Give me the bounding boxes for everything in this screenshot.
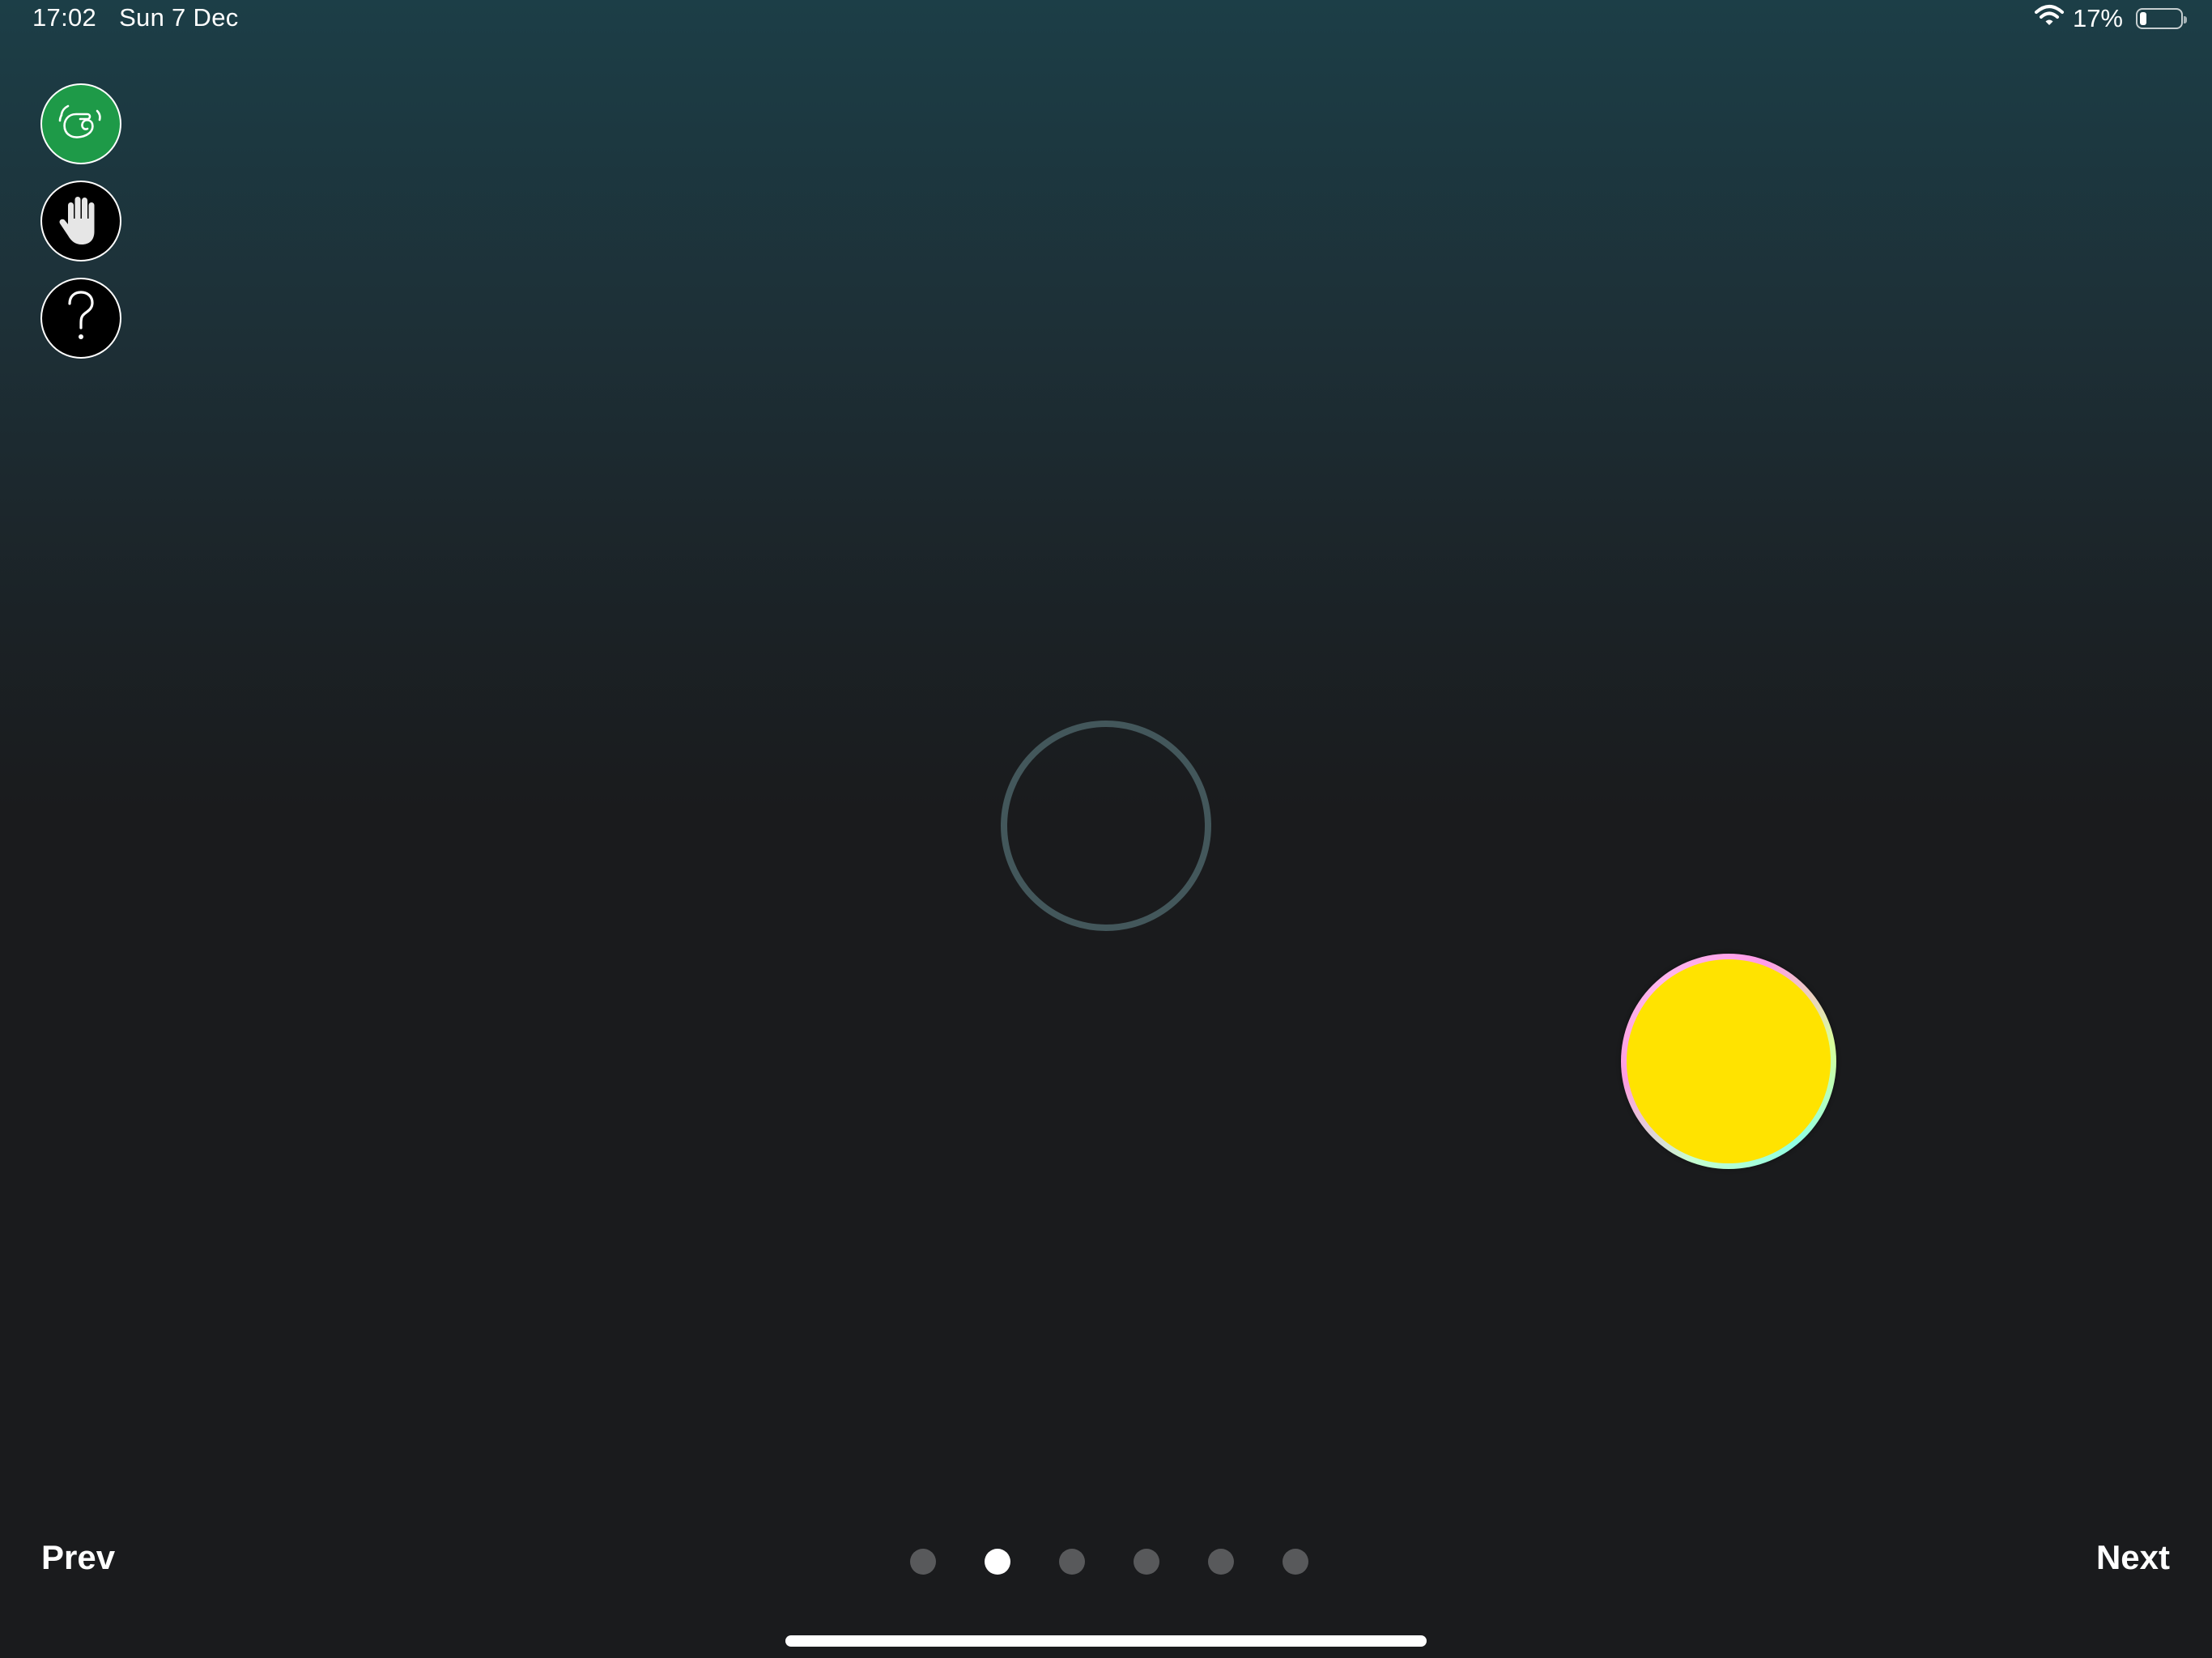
home-indicator[interactable] [785,1635,1427,1647]
yellow-ball[interactable] [1621,954,1836,1169]
wifi-icon [2034,3,2065,34]
page-indicator [910,1549,1308,1575]
battery-percent: 17% [2072,4,2123,32]
status-bar-left: 17:02 Sun 7 Dec [32,3,239,32]
target-ring [1001,721,1211,931]
prev-button[interactable]: Prev [41,1538,115,1577]
hand-icon [57,191,105,252]
hand-tool-button[interactable] [40,181,121,261]
battery-icon [2136,8,2187,29]
question-mark-icon [63,288,99,349]
page-dot[interactable] [1059,1549,1085,1575]
page-dot[interactable] [1134,1549,1159,1575]
page-dot[interactable] [1208,1549,1234,1575]
page-dot-active[interactable] [985,1549,1010,1575]
page-dot[interactable] [1283,1549,1308,1575]
battery-level [2140,12,2146,25]
gesture-tool-button[interactable] [40,83,121,164]
next-button[interactable]: Next [2096,1538,2170,1577]
yellow-ball-core [1627,959,1831,1163]
help-button[interactable] [40,278,121,359]
status-time: 17:02 [32,3,97,32]
page-dot[interactable] [910,1549,936,1575]
hand-gesture-icon [55,96,107,152]
status-bar-right: 17% [2034,3,2187,34]
status-date: Sun 7 Dec [119,3,239,32]
